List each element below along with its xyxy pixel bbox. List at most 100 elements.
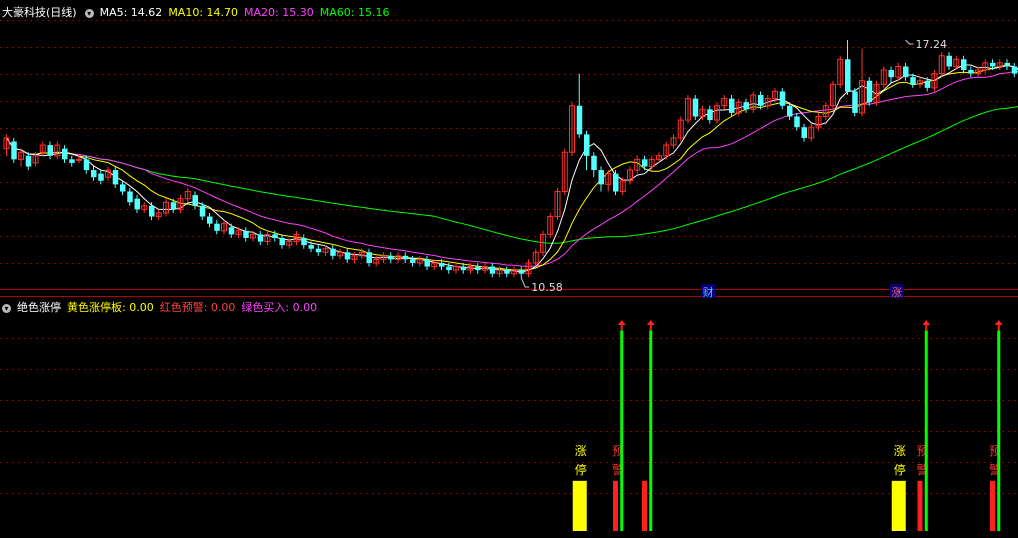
yellow-limit-label: 黄色涨停板: 0.00: [67, 301, 154, 314]
candle-body-20: [149, 205, 155, 217]
signal-arrow-4: [646, 320, 655, 330]
candle-body-116: [845, 59, 851, 92]
signal-bar-3: [642, 480, 647, 531]
candle-body-16: [120, 184, 126, 192]
candle-body-67: [489, 266, 496, 274]
indicator-header: ▾ 绝色涨停 黄色涨停板: 0.00 红色预警: 0.00 绿色买入: 0.00: [0, 300, 323, 316]
candle-body-122: [888, 70, 894, 78]
moving-average-lines: [6, 64, 1018, 273]
red-warning-label: 红色预警: 0.00: [159, 301, 236, 314]
candle-body-29: [214, 223, 220, 231]
candle-body-15: [112, 170, 119, 185]
signal-arrow-7: [922, 320, 931, 330]
signal-bar-1: [613, 480, 618, 531]
candle-body-69: [504, 270, 510, 274]
candle-body-133: [968, 70, 974, 74]
candle-body-23: [170, 202, 177, 210]
candle-body-125: [910, 77, 916, 85]
ma10-line: [6, 64, 1018, 271]
candle-body-79: [576, 105, 583, 135]
annotation-leader-0: [905, 39, 914, 45]
signal-bar-4: [649, 330, 653, 531]
candle-body-42: [308, 245, 314, 249]
signal-label-5-0: 涨: [894, 443, 906, 458]
candle-body-80: [584, 134, 590, 156]
candle-body-10: [76, 158, 82, 161]
candle-body-33: [243, 230, 249, 238]
candle-body-1: [11, 141, 17, 160]
ma5-label: MA5: 14.62: [99, 6, 163, 19]
signal-bar-5: [891, 480, 906, 531]
event-marker-1: 涨: [891, 286, 902, 299]
candle-body-108: [787, 105, 793, 117]
candle-body-130: [946, 55, 952, 67]
candle-body-37: [272, 234, 278, 238]
candle-body-50: [366, 252, 372, 263]
signal-bars: 涨停预警涨停预警预警: [572, 320, 1003, 531]
signal-bar-9: [997, 330, 1001, 531]
candle-body-71: [518, 270, 525, 274]
candle-body-119: [866, 80, 873, 103]
candle-body-9: [69, 159, 75, 163]
candle-body-84: [613, 173, 619, 192]
candle-body-45: [330, 248, 336, 256]
ma60-line: [6, 106, 1018, 244]
candle-body-58: [424, 259, 430, 267]
grid-lines: [0, 20, 1018, 494]
candle-body-26: [192, 195, 198, 206]
signal-label-0-0: 涨: [575, 443, 587, 458]
annotation-label-0: 17.24: [916, 38, 948, 51]
candle-body-28: [207, 216, 213, 224]
signal-label-0-1: 停: [575, 462, 587, 477]
candle-body-107: [779, 91, 786, 106]
main-header: 大豪科技(日线) ▾ MA5: 14.62 MA10: 14.70 MA20: 15.3…: [2, 5, 395, 21]
candle-body-127: [924, 80, 931, 88]
candle-body-95: [692, 98, 699, 117]
settings-icon[interactable]: ▾: [84, 8, 94, 18]
signal-bar-7: [924, 330, 928, 531]
candle-body-117: [852, 91, 858, 113]
candle-body-55: [402, 255, 409, 260]
candle-body-97: [707, 109, 713, 121]
candle-body-12: [91, 170, 97, 178]
candle-body-38: [279, 237, 285, 246]
candle-body-61: [446, 266, 452, 271]
candle-body-35: [257, 234, 264, 242]
indicator-settings-icon[interactable]: ▾: [2, 303, 11, 313]
candle-body-6: [47, 145, 53, 156]
stock-title[interactable]: 大豪科技(日线): [2, 6, 77, 19]
signal-arrow-2: [617, 320, 626, 330]
candle-body-17: [127, 191, 133, 203]
candle-body-27: [199, 205, 206, 217]
candle-body-102: [743, 102, 749, 110]
candle-body-13: [98, 173, 104, 181]
candle-body-31: [228, 227, 235, 235]
candle-body-109: [794, 116, 800, 128]
indicator-name[interactable]: 绝色涨停: [17, 301, 61, 314]
candle-body-18: [134, 198, 140, 210]
candle-body-53: [388, 255, 394, 260]
ma5-line: [6, 64, 1018, 273]
candle-body-43: [315, 248, 322, 253]
ma10-label: MA10: 14.70: [168, 6, 239, 19]
candle-body-3: [25, 155, 32, 167]
candle-body-136: [990, 62, 996, 67]
candle-body-100: [729, 98, 735, 113]
ma60-label: MA60: 15.16: [319, 6, 390, 19]
candle-body-11: [83, 159, 90, 171]
candle-body-8: [62, 148, 68, 160]
candle-body-124: [903, 66, 909, 78]
annotation-leader-1: [520, 277, 530, 288]
candle-body-60: [439, 262, 445, 267]
signal-arrow-9: [994, 320, 1003, 330]
candle-body-65: [475, 266, 481, 271]
candle-body-88: [642, 159, 648, 167]
candle-body-104: [758, 95, 764, 106]
candle-body-63: [460, 266, 467, 271]
signal-bar-0: [572, 480, 587, 531]
candle-body-41: [301, 237, 307, 246]
ma20-label: MA20: 15.30: [244, 6, 314, 19]
signal-bar-8: [990, 480, 995, 531]
signal-bar-2: [620, 330, 624, 531]
annotations: 17.24 10.58 财 涨: [520, 38, 948, 299]
